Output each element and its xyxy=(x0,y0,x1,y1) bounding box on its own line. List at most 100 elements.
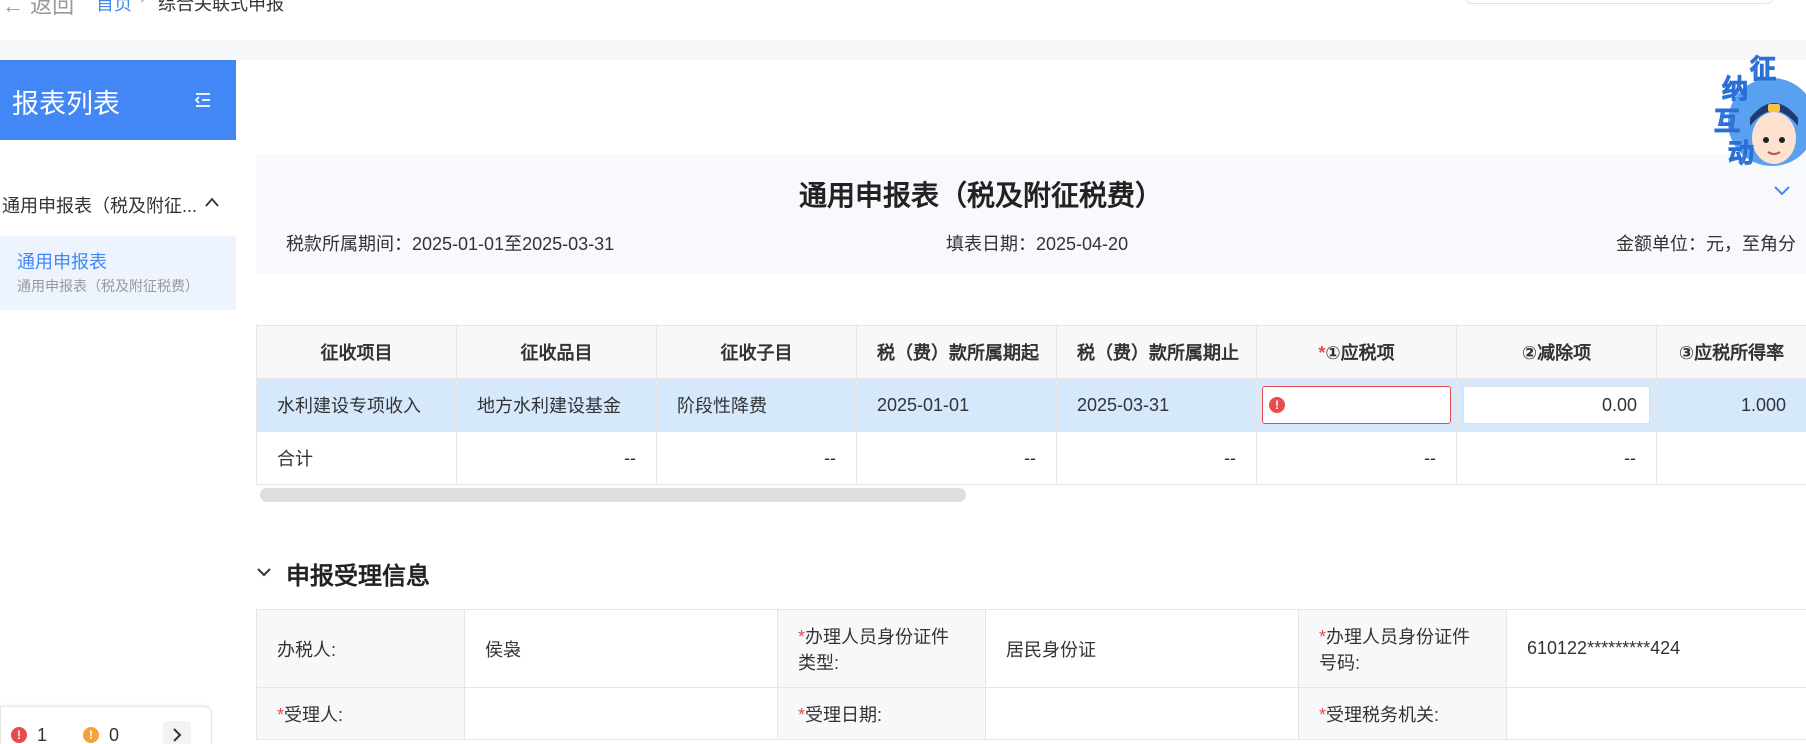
total-cell: -- xyxy=(656,431,857,485)
page-divider xyxy=(0,40,1806,60)
warning-count: 0 xyxy=(109,725,120,744)
date-label: 受理日期: xyxy=(805,704,883,725)
id-no-value: 610122*********424 xyxy=(1506,609,1806,688)
total-cell: -- xyxy=(1256,431,1457,485)
mascot-char: 纳 xyxy=(1722,74,1748,105)
table-row[interactable]: 水利建设专项收入 地方水利建设基金 阶段性降费 2025-01-01 2025-… xyxy=(256,378,1806,432)
column-header: 税（费）款所属期起 xyxy=(856,325,1057,379)
cell-end: 2025-03-31 xyxy=(1056,378,1257,432)
chevron-down-icon xyxy=(257,568,271,577)
taxable-input[interactable]: ! xyxy=(1262,386,1451,424)
column-header: ③应税所得率 xyxy=(1656,325,1806,379)
receiver-value xyxy=(464,687,778,740)
required-mark: * xyxy=(1319,626,1327,647)
back-link[interactable]: ← 返回 xyxy=(2,0,74,20)
collapse-menu-icon[interactable] xyxy=(194,92,212,108)
id-type-label-cell: *办理人员身份证件类型: xyxy=(777,609,986,688)
form-header: 通用申报表（税及附征税费） 税款所属期间：2025-01-01至2025-03-… xyxy=(256,154,1806,274)
breadcrumb-separator: › xyxy=(140,0,145,8)
warning-icon: ! xyxy=(83,727,99,743)
office-label-cell: *受理税务机关: xyxy=(1298,687,1507,740)
sidebar-item-subtitle: 通用申报表（税及附征税费） xyxy=(17,278,199,294)
mascot-char: 征 xyxy=(1750,55,1776,85)
cell-category: 地方水利建设基金 xyxy=(456,378,657,432)
info-row: 办税人: 侯袅 *办理人员身份证件类型: 居民身份证 *办理人员身份证件号码: … xyxy=(256,609,1806,688)
error-icon: ! xyxy=(1269,397,1285,413)
required-mark: * xyxy=(798,626,806,647)
office-label: 受理税务机关: xyxy=(1326,704,1440,725)
column-header: ②减除项 xyxy=(1456,325,1657,379)
required-mark: * xyxy=(1319,704,1327,725)
id-no-label-cell: *办理人员身份证件号码: xyxy=(1298,609,1507,688)
deduction-input[interactable]: 0.00 xyxy=(1463,386,1650,424)
column-header: 征收品目 xyxy=(456,325,657,379)
total-cell xyxy=(1656,431,1806,485)
mascot-cap-badge xyxy=(1768,104,1780,112)
mascot-eye xyxy=(1763,137,1769,143)
cell-deduction: 0.00 xyxy=(1456,378,1657,432)
receiver-label: 受理人: xyxy=(284,704,344,725)
column-header-taxable: *①应税项 xyxy=(1256,325,1457,379)
amount-unit: 金额单位：元，至角分 xyxy=(1616,234,1796,254)
total-row: 合计 -- -- -- -- -- -- xyxy=(256,431,1806,485)
cell-start: 2025-01-01 xyxy=(856,378,1057,432)
mascot-eye xyxy=(1779,137,1785,143)
top-bar: ← 返回 首页 › 综合关联式申报 xyxy=(0,0,1806,40)
table-header-row: 征收项目 征收品目 征收子目 税（费）款所属期起 税（费）款所属期止 *①应税项… xyxy=(256,325,1806,379)
cell-taxable: ! xyxy=(1256,378,1457,432)
total-label: 合计 xyxy=(256,431,457,485)
total-cell: -- xyxy=(456,431,657,485)
sidebar-group[interactable]: 通用申报表（税及附征... xyxy=(0,188,236,220)
scrollbar-thumb[interactable] xyxy=(260,488,966,502)
expand-panel-button[interactable] xyxy=(163,721,191,744)
required-mark: * xyxy=(277,704,285,725)
total-cell: -- xyxy=(856,431,1057,485)
id-no-label: 办理人员身份证件号码: xyxy=(1319,626,1471,673)
search-box[interactable] xyxy=(1465,0,1773,4)
section-title: 申报受理信息 xyxy=(286,563,430,590)
agent-value: 侯袅 xyxy=(464,609,778,688)
chevron-down-icon[interactable] xyxy=(1772,184,1792,198)
breadcrumb-home[interactable]: 首页 xyxy=(96,0,132,16)
sidebar-item-general-report[interactable]: 通用申报表 通用申报表（税及附征税费） xyxy=(0,236,236,310)
mascot-char: 动 xyxy=(1728,139,1754,169)
id-type-label: 办理人员身份证件类型: xyxy=(798,626,950,673)
mascot-face xyxy=(1752,112,1796,164)
breadcrumb-current: 综合关联式申报 xyxy=(158,0,284,14)
column-header-label: ①应税项 xyxy=(1325,343,1395,363)
fill-date: 填表日期：2025-04-20 xyxy=(946,234,1129,254)
error-icon: ! xyxy=(11,727,27,743)
error-count: 1 xyxy=(37,725,48,744)
total-cell: -- xyxy=(1456,431,1657,485)
sidebar-header: 报表列表 xyxy=(0,60,236,140)
sidebar: 报表列表 通用申报表（税及附征... 通用申报表 通用申报表（税及附征税费） xyxy=(0,60,236,744)
acceptance-info-table: 办税人: 侯袅 *办理人员身份证件类型: 居民身份证 *办理人员身份证件号码: … xyxy=(256,609,1806,740)
id-type-value: 居民身份证 xyxy=(985,609,1299,688)
sidebar-title: 报表列表 xyxy=(12,89,120,119)
mascot-char: 互 xyxy=(1714,107,1740,137)
chevron-up-icon xyxy=(205,197,219,207)
cell-item: 水利建设专项收入 xyxy=(256,378,457,432)
form-title: 通用申报表（税及附征税费） xyxy=(798,180,1163,211)
column-header: 征收子目 xyxy=(656,325,857,379)
declaration-table: 征收项目 征收品目 征收子目 税（费）款所属期起 税（费）款所属期止 *①应税项… xyxy=(256,325,1806,485)
horizontal-scrollbar[interactable] xyxy=(256,486,1806,504)
date-value xyxy=(985,687,1299,740)
total-cell: -- xyxy=(1056,431,1257,485)
tax-period: 税款所属期间：2025-01-01至2025-03-31 xyxy=(286,234,615,254)
mascot-badge[interactable]: 征 纳 互 动 xyxy=(1692,52,1806,178)
office-value xyxy=(1506,687,1806,740)
sidebar-item-title: 通用申报表 xyxy=(17,252,107,272)
agent-label: 办税人: xyxy=(256,609,465,688)
column-header: 征收项目 xyxy=(256,325,457,379)
column-header: 税（费）款所属期止 xyxy=(1056,325,1257,379)
sidebar-group-label: 通用申报表（税及附征... xyxy=(2,196,198,216)
validation-panel[interactable]: ! 1 ! 0 xyxy=(0,706,212,744)
receiver-label-cell: *受理人: xyxy=(256,687,465,740)
required-mark: * xyxy=(798,704,806,725)
date-label-cell: *受理日期: xyxy=(777,687,986,740)
cell-sub: 阶段性降费 xyxy=(656,378,857,432)
cell-rate: 1.000 xyxy=(1656,378,1806,432)
info-row: *受理人: *受理日期: *受理税务机关: xyxy=(256,687,1806,740)
chevron-right-icon xyxy=(173,728,182,742)
